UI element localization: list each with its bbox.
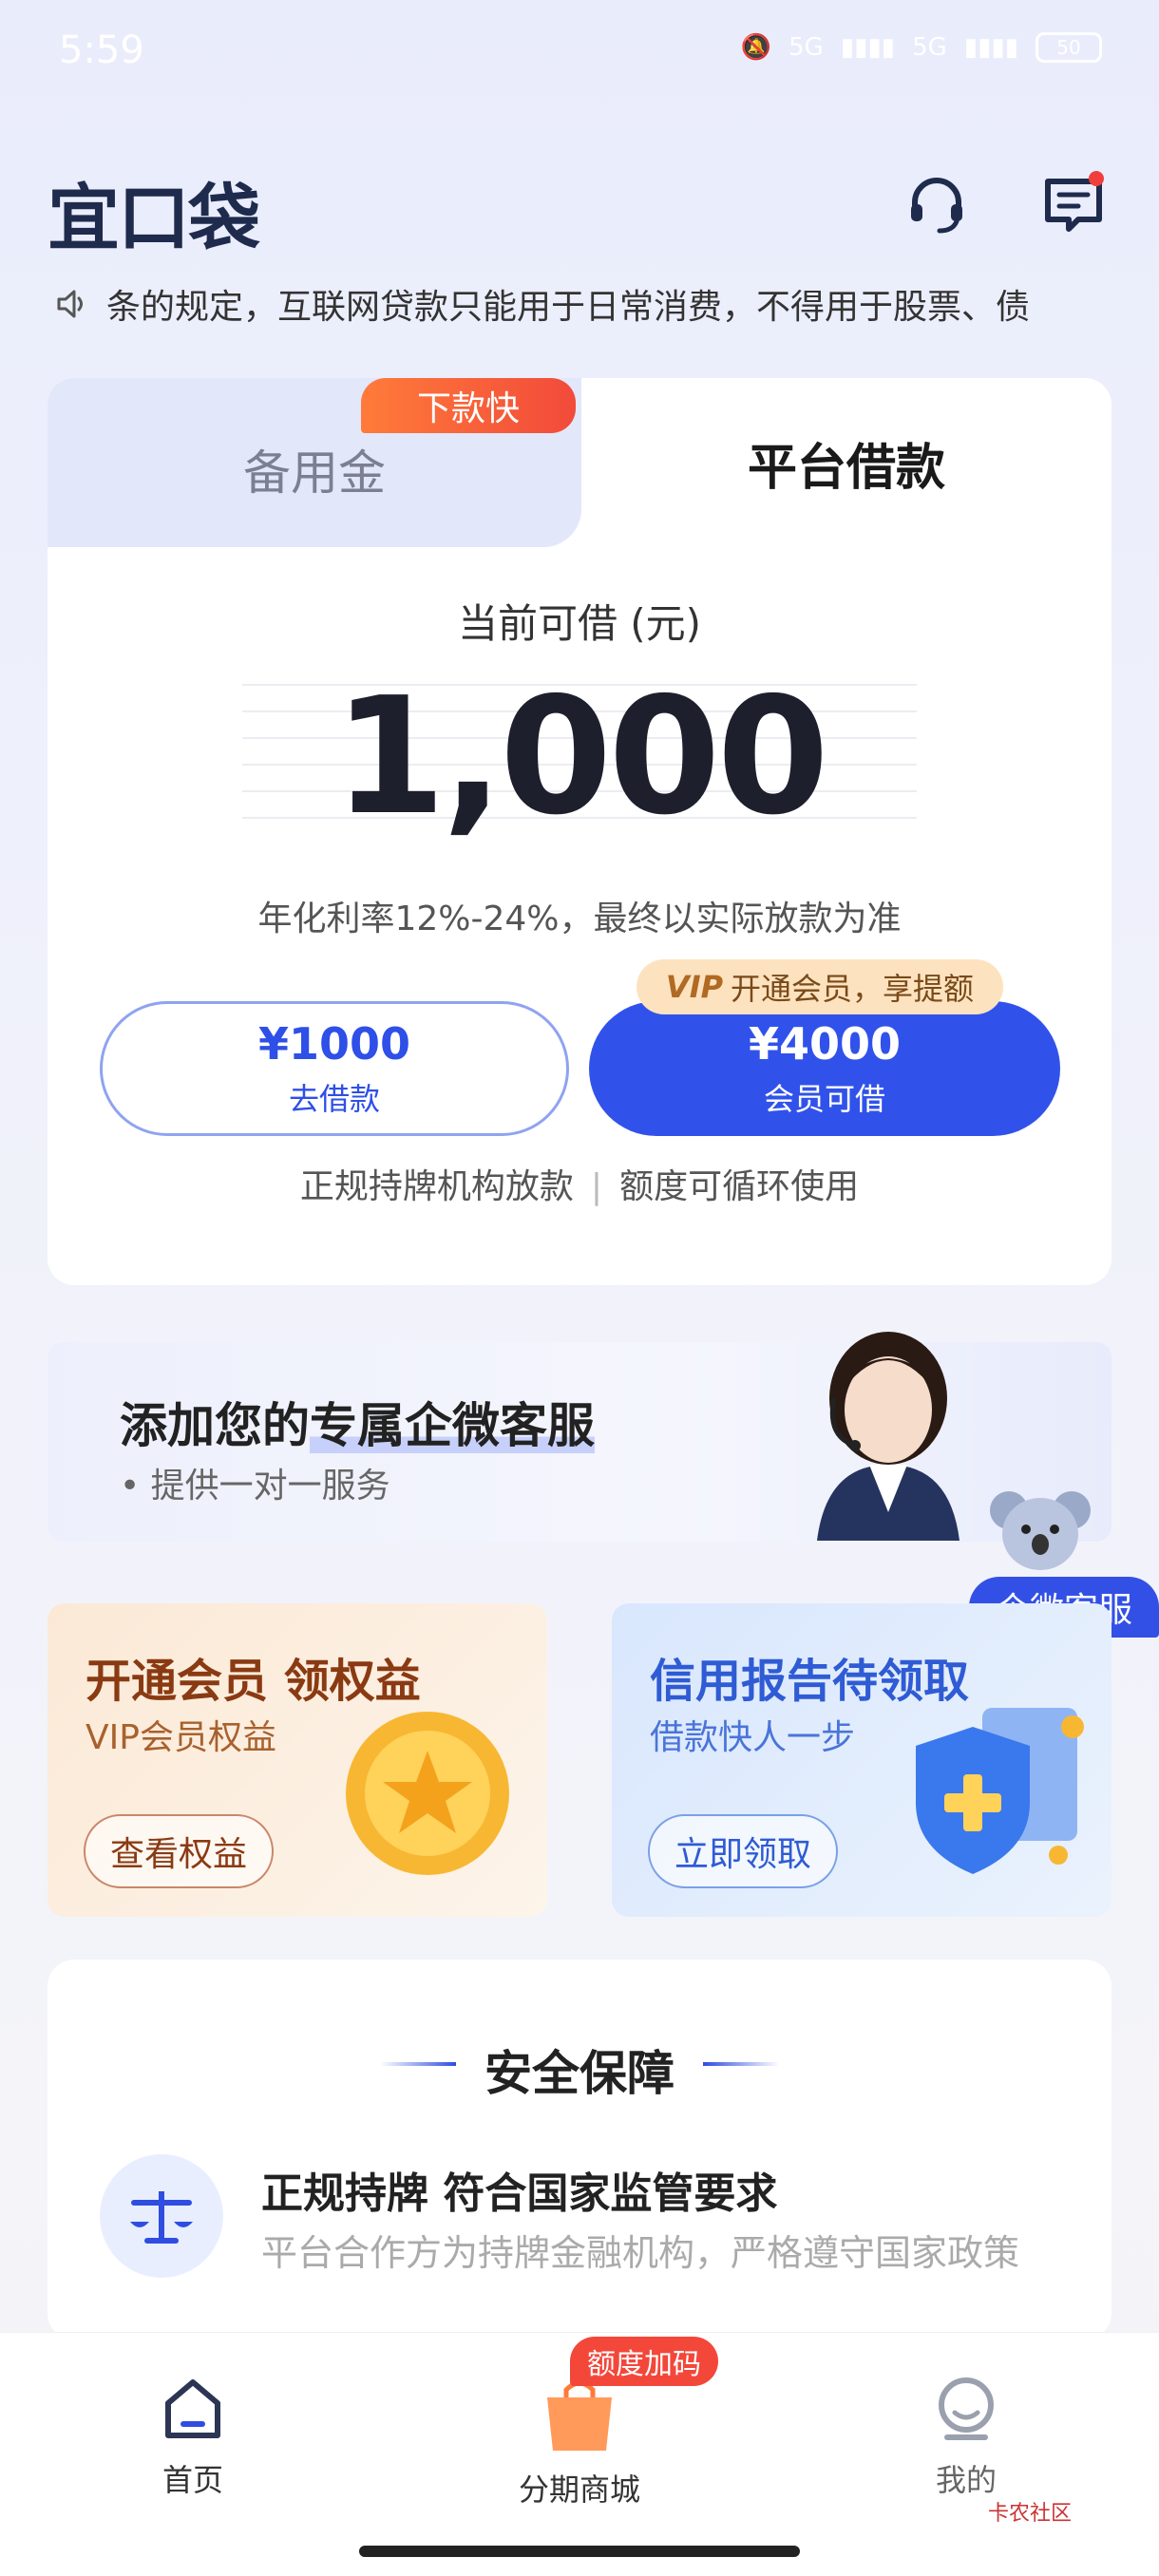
mute-icon: 🔕	[740, 33, 772, 62]
claim-now-button[interactable]: 立即领取	[648, 1814, 839, 1888]
safety-item-title: 正规持牌 符合国家监管要求	[261, 2169, 778, 2218]
service-subtitle: • 提供一对一服务	[120, 1467, 390, 1506]
nav-mine-label: 我的	[935, 2462, 997, 2498]
customer-service-icon[interactable]	[902, 171, 971, 239]
gold-coin-icon	[346, 1712, 509, 1875]
speaker-icon	[57, 290, 83, 318]
signal-bars-icon: ▮▮▮▮	[963, 33, 1018, 62]
home-icon	[165, 2379, 220, 2438]
vip-card-subtitle: VIP会员权益	[86, 1718, 276, 1757]
notice-text: 条的规定，互联网贷款只能用于日常消费，不得用于股票、债	[106, 288, 1031, 327]
app-logo: 宜口袋	[48, 176, 260, 260]
loan-card: 备用金 下款快 平台借款 当前可借 (元) 1,000 年化利率12%-24%，…	[48, 378, 1112, 1285]
battery-icon: 50	[1036, 32, 1102, 63]
separator: |	[590, 1167, 603, 1206]
vip-tag-text: 开通会员，享提额	[731, 971, 975, 1007]
service-agent-image	[817, 1332, 960, 1541]
tab-backup-fund-label[interactable]: 备用金	[48, 435, 581, 503]
tab-platform-loan[interactable]: 平台借款	[581, 427, 1112, 499]
message-icon[interactable]	[1039, 171, 1108, 239]
mall-credit-boost-badge: 额度加码	[570, 2337, 718, 2386]
nav-mine[interactable]: 我的	[862, 2375, 1071, 2500]
vip-upgrade-tag[interactable]: VIP 开通会员，享提额	[636, 959, 1003, 1014]
shield-icon	[916, 1708, 1084, 1874]
nav-home[interactable]: 首页	[88, 2375, 297, 2500]
service-title-highlight: 专属企微客服	[310, 1398, 595, 1453]
watermark-logo: 卡农社区	[988, 2502, 1073, 2526]
nav-mall-label: 分期商城	[518, 2472, 640, 2508]
profile-icon	[939, 2377, 994, 2440]
status-icons: 🔕 5G ▮▮▮▮ 5G ▮▮▮▮ 50	[741, 32, 1102, 63]
view-benefits-button[interactable]: 查看权益	[84, 1814, 275, 1888]
credit-report-card[interactable]: 信用报告待领取 借款快人一步 立即领取	[612, 1603, 1112, 1917]
borrow-label: 去借款	[288, 1081, 380, 1117]
vip-badge-icon: VIP	[665, 969, 724, 1005]
nav-mall[interactable]: 分期商城	[475, 2375, 684, 2510]
service-title-prefix: 添加您的	[120, 1398, 310, 1453]
safety-item-desc: 平台合作方为持牌金融机构，严格遵守国家政策	[261, 2232, 1020, 2274]
vip-borrow-button[interactable]: ¥4000 会员可借	[589, 1001, 1060, 1136]
unread-dot	[1089, 171, 1104, 186]
signal-icon-2: 5G	[912, 33, 947, 62]
available-label: 当前可借 (元)	[457, 600, 702, 647]
borrow-button[interactable]: ¥1000 去借款	[100, 1001, 569, 1136]
available-amount: 1,000	[333, 663, 829, 851]
borrow-amount: ¥1000	[257, 1018, 411, 1070]
fast-disbursement-badge: 下款快	[361, 378, 576, 433]
home-indicator[interactable]	[359, 2546, 800, 2557]
status-time: 5:59	[59, 28, 144, 72]
license-left: 正规持牌机构放款	[299, 1167, 574, 1206]
notice-bar[interactable]: 条的规定，互联网贷款只能用于日常消费，不得用于股票、债	[53, 275, 1108, 332]
safety-section: 安全保障 正规持牌 符合国家监管要求 平台合作方为持牌金融机构，严格遵守国家政策	[48, 1960, 1112, 2339]
credit-card-subtitle: 借款快人一步	[650, 1718, 856, 1757]
koala-mascot-icon	[990, 1491, 1091, 1570]
vip-label: 会员可借	[763, 1081, 885, 1117]
signal-icon-1: 5G	[788, 33, 824, 62]
nav-home-label: 首页	[162, 2462, 223, 2498]
vip-amount: ¥4000	[748, 1018, 902, 1070]
signal-bars-icon: ▮▮▮▮	[840, 33, 896, 62]
interest-rate-text: 年化利率12%-24%，最终以实际放款为准	[257, 900, 902, 938]
service-title: 添加您的专属企微客服	[120, 1388, 595, 1456]
shopping-bag-icon	[547, 2380, 612, 2451]
safety-title: 安全保障	[484, 2046, 674, 2101]
vip-benefits-card[interactable]: 开通会员 领权益 VIP会员权益 查看权益	[48, 1603, 547, 1917]
license-info: 正规持牌机构放款 | 额度可循环使用	[48, 1159, 1112, 1208]
scale-icon	[100, 2154, 223, 2278]
license-right: 额度可循环使用	[619, 1167, 860, 1206]
